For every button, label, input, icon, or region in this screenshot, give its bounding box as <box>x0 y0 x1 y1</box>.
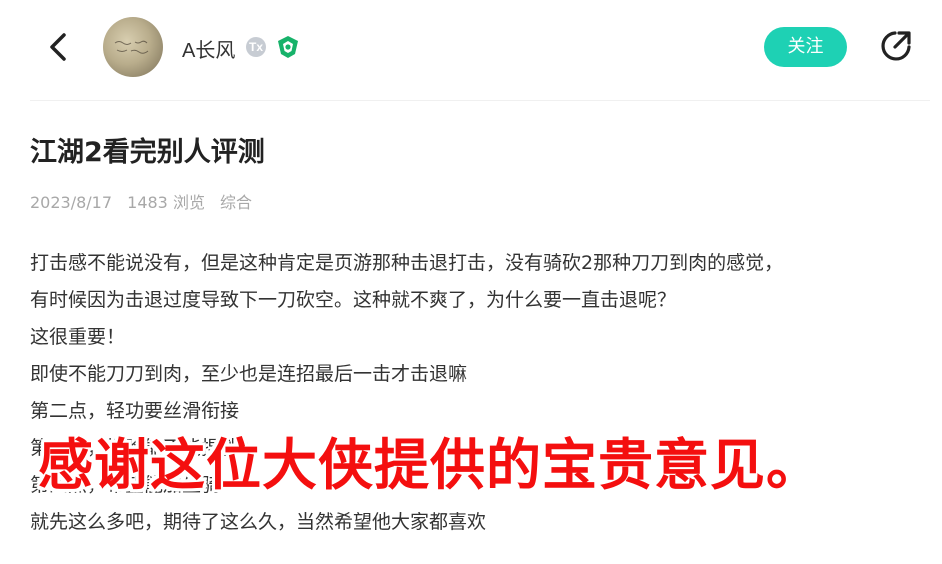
level-badge: Tx <box>246 37 266 57</box>
post-category[interactable]: 综合 <box>220 193 252 212</box>
post-meta: 2023/8/17 1483 浏览 综合 <box>30 189 262 213</box>
post-header: A长风 Tx 关注 <box>0 0 942 100</box>
post-line: 这很重要！ <box>30 326 126 348</box>
post-line: 就先这么多吧，期待了这么久，当然希望他大家都喜欢 <box>30 511 487 533</box>
header-divider <box>30 100 930 101</box>
post-line: 打击感不能说没有，但是这种肯定是页游那种击退打击，没有骑砍2那种刀刀到肉的感觉， <box>30 252 784 274</box>
post-title: 江湖2看完别人评测 <box>30 137 265 168</box>
overlay-caption: 感谢这位大侠提供的宝贵意见。 <box>38 433 823 497</box>
post-line: 有时候因为击退过度导致下一刀砍空。这种就不爽了，为什么要一直击退呢？ <box>30 289 677 311</box>
avatar-calligraphy-image <box>114 40 149 54</box>
avatar[interactable] <box>103 17 163 77</box>
post-date: 2023/8/17 <box>30 193 113 212</box>
follow-button[interactable]: 关注 <box>764 27 847 67</box>
username[interactable]: A长风 <box>182 34 235 63</box>
share-arrow-icon <box>881 31 911 61</box>
share-button[interactable] <box>878 28 914 64</box>
post-line: 即使不能刀刀到肉，至少也是连招最后一击才击退嘛 <box>30 363 468 385</box>
back-button[interactable] <box>44 30 76 64</box>
post-views: 1483 浏览 <box>127 193 205 212</box>
shield-badge-icon <box>278 36 298 58</box>
chevron-left-icon <box>50 33 66 61</box>
